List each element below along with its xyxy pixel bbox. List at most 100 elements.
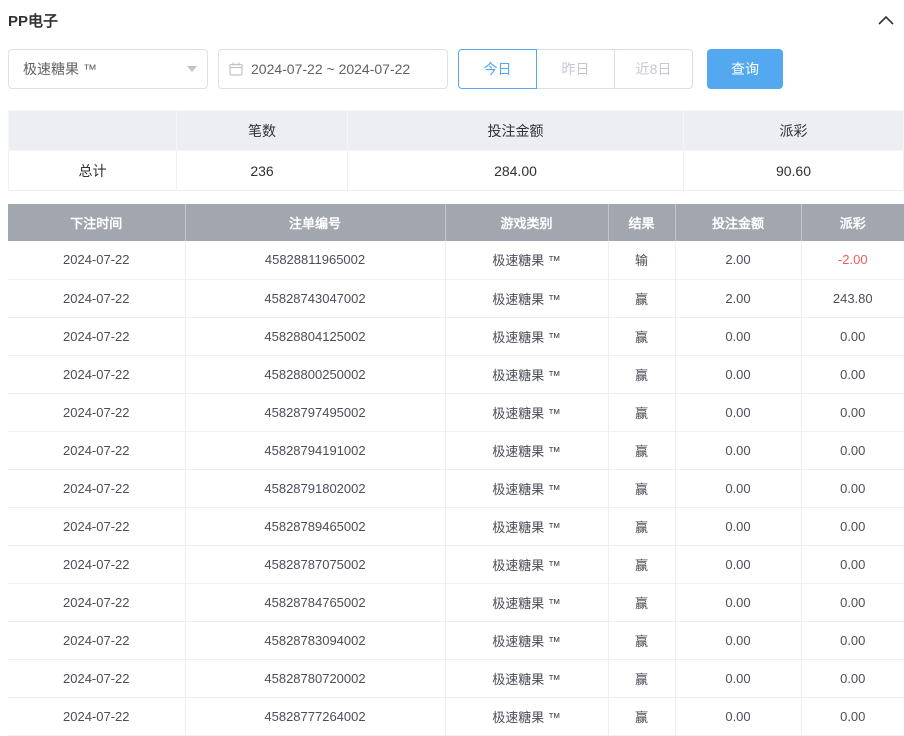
- table-row: 2024-07-22 45828791802002 极速糖果 ™ 赢 0.00 …: [8, 469, 904, 507]
- filter-row: 极速糖果 ™ 2024-07-22 ~ 2024-07-22 今日 昨日 近8日…: [8, 49, 904, 89]
- cell-bet-amount: 0.00: [675, 697, 801, 735]
- table-row: 2024-07-22 45828794191002 极速糖果 ™ 赢 0.00 …: [8, 431, 904, 469]
- cell-order-number: 45828743047002: [185, 279, 445, 317]
- cell-bet-time: 2024-07-22: [8, 431, 185, 469]
- cell-order-number: 45828791802002: [185, 469, 445, 507]
- cell-order-number: 45828789465002: [185, 507, 445, 545]
- last-8-days-button[interactable]: 近8日: [614, 49, 693, 89]
- cell-order-number: 45828794191002: [185, 431, 445, 469]
- cell-order-number: 45828780720002: [185, 659, 445, 697]
- game-select[interactable]: 极速糖果 ™: [8, 49, 208, 89]
- cell-order-number: 45828783094002: [185, 621, 445, 659]
- cell-payout: 0.00: [801, 469, 904, 507]
- today-button[interactable]: 今日: [458, 49, 537, 89]
- cell-game-type: 极速糖果 ™: [445, 393, 608, 431]
- cell-payout: 0.00: [801, 355, 904, 393]
- cell-result: 赢: [608, 317, 675, 355]
- cell-order-number: 45828804125002: [185, 317, 445, 355]
- cell-bet-time: 2024-07-22: [8, 583, 185, 621]
- table-row: 2024-07-22 45828800250002 极速糖果 ™ 赢 0.00 …: [8, 355, 904, 393]
- table-row: 2024-07-22 45828743047002 极速糖果 ™ 赢 2.00 …: [8, 279, 904, 317]
- header-result: 结果: [608, 204, 675, 241]
- cell-game-type: 极速糖果 ™: [445, 279, 608, 317]
- chevron-up-icon[interactable]: [878, 15, 894, 25]
- summary-total-label: 总计: [9, 151, 177, 191]
- cell-result: 赢: [608, 659, 675, 697]
- summary-header-count: 笔数: [177, 111, 348, 151]
- cell-bet-amount: 2.00: [675, 279, 801, 317]
- cell-bet-amount: 0.00: [675, 507, 801, 545]
- cell-order-number: 45828787075002: [185, 545, 445, 583]
- cell-bet-amount: 0.00: [675, 355, 801, 393]
- cell-payout: 0.00: [801, 431, 904, 469]
- header-order-number: 注单编号: [185, 204, 445, 241]
- cell-result: 赢: [608, 507, 675, 545]
- cell-result: 赢: [608, 697, 675, 735]
- table-row: 2024-07-22 45828780720002 极速糖果 ™ 赢 0.00 …: [8, 659, 904, 697]
- header-bet-time: 下注时间: [8, 204, 185, 241]
- cell-result: 赢: [608, 469, 675, 507]
- yesterday-button[interactable]: 昨日: [536, 49, 615, 89]
- summary-total-count: 236: [177, 151, 348, 191]
- cell-game-type: 极速糖果 ™: [445, 241, 608, 279]
- cell-bet-amount: 0.00: [675, 317, 801, 355]
- summary-header-empty: [9, 111, 177, 151]
- cell-payout: -2.00: [801, 241, 904, 279]
- bet-table-body: 2024-07-22 45828811965002 极速糖果 ™ 输 2.00 …: [8, 241, 904, 735]
- cell-payout: 243.80: [801, 279, 904, 317]
- header-bet-amount: 投注金额: [675, 204, 801, 241]
- cell-payout: 0.00: [801, 507, 904, 545]
- summary-header-payout: 派彩: [684, 111, 904, 151]
- header-payout: 派彩: [801, 204, 904, 241]
- cell-bet-time: 2024-07-22: [8, 621, 185, 659]
- pp-electronic-panel: PP电子 极速糖果 ™ 2024-07-22 ~ 2024-07-22 今日 昨…: [0, 0, 904, 736]
- table-row: 2024-07-22 45828804125002 极速糖果 ™ 赢 0.00 …: [8, 317, 904, 355]
- header-game-type: 游戏类别: [445, 204, 608, 241]
- cell-result: 赢: [608, 545, 675, 583]
- cell-result: 赢: [608, 279, 675, 317]
- date-range-value: 2024-07-22 ~ 2024-07-22: [251, 61, 410, 77]
- cell-bet-time: 2024-07-22: [8, 241, 185, 279]
- summary-table: 笔数 投注金额 派彩 总计 236 284.00 90.60: [8, 110, 904, 191]
- search-button[interactable]: 查询: [707, 49, 783, 89]
- cell-result: 赢: [608, 431, 675, 469]
- cell-bet-time: 2024-07-22: [8, 469, 185, 507]
- cell-bet-time: 2024-07-22: [8, 393, 185, 431]
- table-row: 2024-07-22 45828784765002 极速糖果 ™ 赢 0.00 …: [8, 583, 904, 621]
- cell-game-type: 极速糖果 ™: [445, 583, 608, 621]
- cell-bet-amount: 0.00: [675, 469, 801, 507]
- cell-payout: 0.00: [801, 697, 904, 735]
- cell-bet-amount: 0.00: [675, 431, 801, 469]
- cell-bet-time: 2024-07-22: [8, 507, 185, 545]
- chevron-down-icon: [187, 66, 197, 72]
- cell-payout: 0.00: [801, 659, 904, 697]
- cell-order-number: 45828811965002: [185, 241, 445, 279]
- table-row: 2024-07-22 45828783094002 极速糖果 ™ 赢 0.00 …: [8, 621, 904, 659]
- cell-game-type: 极速糖果 ™: [445, 621, 608, 659]
- cell-order-number: 45828797495002: [185, 393, 445, 431]
- cell-bet-time: 2024-07-22: [8, 545, 185, 583]
- cell-game-type: 极速糖果 ™: [445, 469, 608, 507]
- bet-table-header-row: 下注时间 注单编号 游戏类别 结果 投注金额 派彩: [8, 204, 904, 241]
- summary-total-bet-amount: 284.00: [348, 151, 684, 191]
- summary-header-row: 笔数 投注金额 派彩: [9, 111, 904, 151]
- summary-header-bet-amount: 投注金额: [348, 111, 684, 151]
- cell-order-number: 45828784765002: [185, 583, 445, 621]
- cell-game-type: 极速糖果 ™: [445, 355, 608, 393]
- cell-bet-amount: 0.00: [675, 545, 801, 583]
- cell-bet-amount: 0.00: [675, 393, 801, 431]
- cell-payout: 0.00: [801, 545, 904, 583]
- table-row: 2024-07-22 45828777264002 极速糖果 ™ 赢 0.00 …: [8, 697, 904, 735]
- cell-payout: 0.00: [801, 317, 904, 355]
- cell-game-type: 极速糖果 ™: [445, 431, 608, 469]
- game-select-value: 极速糖果 ™: [23, 59, 97, 79]
- bet-records-table: 下注时间 注单编号 游戏类别 结果 投注金额 派彩 2024-07-22 458…: [8, 204, 904, 736]
- cell-order-number: 45828800250002: [185, 355, 445, 393]
- summary-total-payout: 90.60: [684, 151, 904, 191]
- cell-bet-time: 2024-07-22: [8, 659, 185, 697]
- table-row: 2024-07-22 45828789465002 极速糖果 ™ 赢 0.00 …: [8, 507, 904, 545]
- calendar-icon: [229, 62, 243, 76]
- cell-order-number: 45828777264002: [185, 697, 445, 735]
- cell-result: 输: [608, 241, 675, 279]
- date-range-picker[interactable]: 2024-07-22 ~ 2024-07-22: [218, 49, 448, 89]
